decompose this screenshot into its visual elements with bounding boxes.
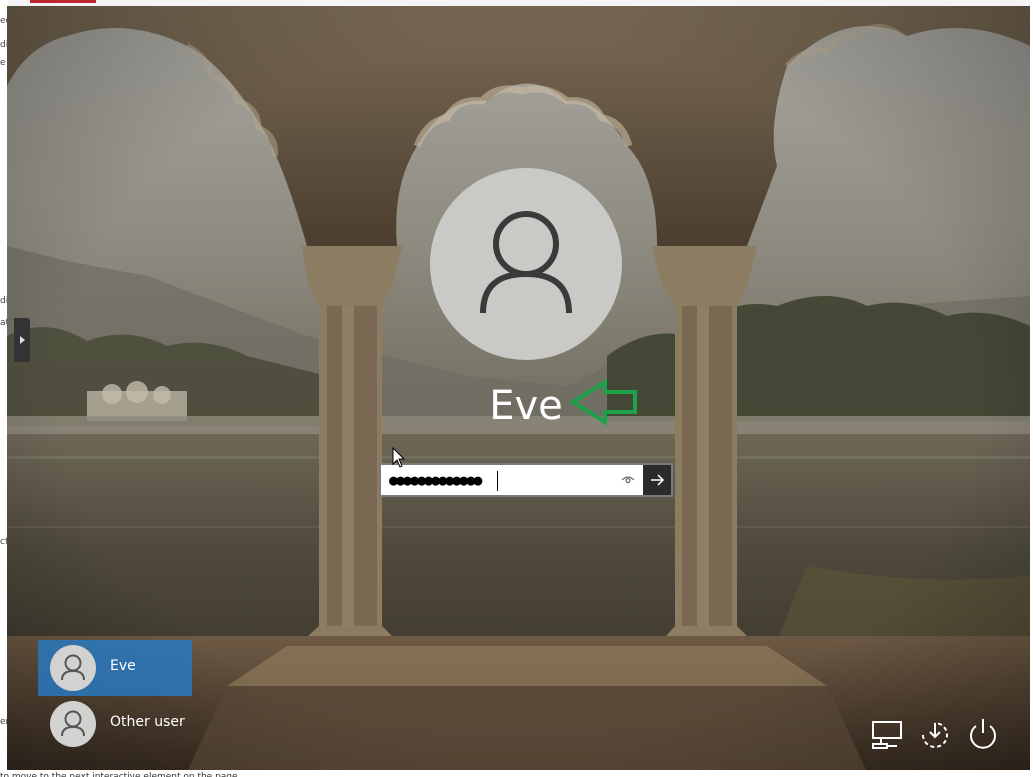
user-item-label: Other user	[110, 714, 185, 730]
screen: ed di e di at ct er	[0, 0, 1033, 777]
power-icon	[970, 719, 996, 749]
lock-screen: Eve ●●●●●●●●●●●●● Eve Other user	[7, 6, 1030, 772]
password-field[interactable]: ●●●●●●●●●●●●●	[379, 463, 673, 497]
side-panel-tab[interactable]	[14, 318, 30, 362]
user-icon	[61, 710, 85, 737]
arrow-right-icon	[651, 474, 665, 486]
ease-of-access-button[interactable]	[915, 713, 955, 753]
underlying-page-text: to move to the next interactive element …	[0, 770, 1033, 777]
submit-button[interactable]	[643, 465, 671, 495]
user-switcher: Eve Other user	[38, 640, 192, 752]
ease-of-access-icon	[922, 722, 948, 748]
user-avatar	[430, 168, 622, 360]
network-icon	[872, 721, 902, 749]
mouse-cursor-icon	[392, 447, 406, 468]
avatar	[50, 645, 96, 691]
user-item-other-user[interactable]: Other user	[38, 696, 192, 752]
text-caret	[497, 471, 498, 491]
window-accent-bar	[30, 0, 96, 3]
password-input[interactable]: ●●●●●●●●●●●●●	[389, 470, 482, 490]
user-item-eve[interactable]: Eve	[38, 640, 192, 696]
green-arrow-left-icon	[569, 378, 637, 426]
user-icon	[61, 654, 85, 681]
eye-icon[interactable]	[617, 470, 639, 490]
user-item-label: Eve	[110, 658, 136, 674]
power-button[interactable]	[963, 713, 1003, 753]
network-button[interactable]	[867, 713, 907, 753]
user-icon	[480, 211, 572, 314]
fragment-text: e	[0, 58, 6, 68]
avatar	[50, 701, 96, 747]
